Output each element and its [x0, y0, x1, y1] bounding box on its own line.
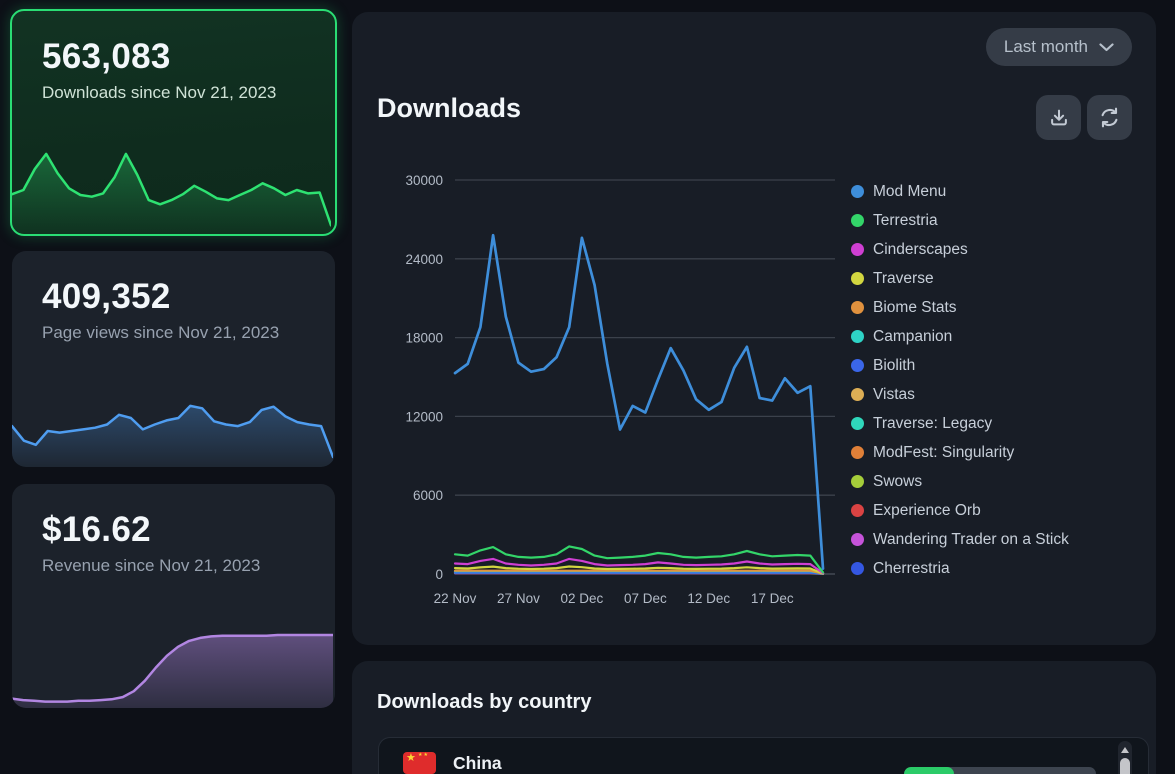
- legend-dot-icon: [851, 533, 864, 546]
- refresh-icon: [1098, 106, 1121, 129]
- stat-card-revenue[interactable]: $16.62 Revenue since Nov 21, 2023: [12, 484, 335, 708]
- legend-label: Traverse: Legacy: [873, 415, 992, 433]
- country-progress-fill: [904, 767, 954, 774]
- y-tick-label: 12000: [405, 409, 443, 424]
- legend-dot-icon: [851, 214, 864, 227]
- legend-item[interactable]: Mod Menu: [851, 177, 1069, 206]
- country-list-scrollbar[interactable]: [1118, 741, 1132, 774]
- revenue-total-label: Revenue since Nov 21, 2023: [12, 550, 322, 577]
- legend-item[interactable]: Traverse: [851, 264, 1069, 293]
- x-tick-label: 02 Dec: [561, 591, 604, 606]
- legend-dot-icon: [851, 243, 864, 256]
- legend-item[interactable]: Campanion: [851, 322, 1069, 351]
- legend-dot-icon: [851, 301, 864, 314]
- legend-label: Mod Menu: [873, 183, 946, 201]
- legend-item[interactable]: Traverse: Legacy: [851, 409, 1069, 438]
- legend-label: Campanion: [873, 328, 952, 346]
- downloads-sparkline: [12, 146, 331, 234]
- y-tick-label: 18000: [405, 331, 443, 346]
- stat-card-downloads[interactable]: 563,083 Downloads since Nov 21, 2023: [10, 9, 337, 236]
- revenue-sparkline: [12, 630, 333, 708]
- date-range-selector[interactable]: Last month: [986, 28, 1132, 66]
- legend-item[interactable]: ModFest: Singularity: [851, 438, 1069, 467]
- legend-label: Biolith: [873, 357, 915, 375]
- legend-item[interactable]: Wandering Trader on a Stick: [851, 525, 1069, 554]
- revenue-total: $16.62: [12, 484, 335, 550]
- page-title: Downloads: [377, 93, 521, 124]
- legend-label: Traverse: [873, 270, 934, 288]
- country-row-china: ★ ★★ China: [379, 738, 1148, 774]
- series-line: [455, 573, 823, 574]
- legend-item[interactable]: Swows: [851, 467, 1069, 496]
- refresh-button[interactable]: [1087, 95, 1132, 140]
- country-name: China: [453, 753, 502, 774]
- legend-label: Swows: [873, 473, 922, 491]
- downloads-total: 563,083: [12, 11, 335, 77]
- scrollbar-thumb[interactable]: [1120, 758, 1130, 774]
- legend-dot-icon: [851, 562, 864, 575]
- country-panel: Downloads by country ★ ★★ China: [352, 661, 1156, 774]
- legend-item[interactable]: Cinderscapes: [851, 235, 1069, 264]
- y-tick-label: 24000: [405, 252, 443, 267]
- downloads-line-chart[interactable]: 0 6000 12000 18000 24000 30000 22 Nov 27 Nov 02 …: [360, 165, 845, 620]
- chevron-down-icon: [1099, 43, 1114, 52]
- legend-dot-icon: [851, 272, 864, 285]
- y-tick-label: 0: [435, 567, 443, 582]
- y-tick-label: 30000: [405, 173, 443, 188]
- country-list: ★ ★★ China: [378, 737, 1149, 774]
- stat-card-pageviews[interactable]: 409,352 Page views since Nov 21, 2023: [12, 251, 335, 467]
- legend-label: ModFest: Singularity: [873, 444, 1014, 462]
- scrollbar-up-icon[interactable]: [1121, 747, 1129, 753]
- legend-dot-icon: [851, 359, 864, 372]
- legend-label: Cinderscapes: [873, 241, 968, 259]
- x-tick-label: 17 Dec: [751, 591, 794, 606]
- legend-label: Experience Orb: [873, 502, 981, 520]
- legend-label: Wandering Trader on a Stick: [873, 531, 1069, 549]
- legend-dot-icon: [851, 185, 864, 198]
- legend-item[interactable]: Terrestria: [851, 206, 1069, 235]
- legend-item[interactable]: Biome Stats: [851, 293, 1069, 322]
- pageviews-sparkline: [12, 382, 333, 467]
- legend-dot-icon: [851, 446, 864, 459]
- download-icon: [1048, 107, 1070, 129]
- x-tick-label: 12 Dec: [687, 591, 730, 606]
- chart-legend: Mod Menu Terrestria Cinderscapes Traverse Bi…: [851, 177, 1069, 583]
- legend-label: Vistas: [873, 386, 915, 404]
- export-download-button[interactable]: [1036, 95, 1081, 140]
- y-tick-label: 6000: [413, 488, 443, 503]
- legend-label: Cherrestria: [873, 560, 950, 578]
- downloads-total-label: Downloads since Nov 21, 2023: [12, 77, 322, 104]
- chart-actions: [1036, 95, 1132, 140]
- legend-label: Terrestria: [873, 212, 938, 230]
- legend-dot-icon: [851, 475, 864, 488]
- series-line: [455, 235, 823, 569]
- x-tick-label: 22 Nov: [434, 591, 477, 606]
- legend-dot-icon: [851, 330, 864, 343]
- legend-item[interactable]: Experience Orb: [851, 496, 1069, 525]
- downloads-panel: Last month: [352, 12, 1156, 645]
- legend-item[interactable]: Cherrestria: [851, 554, 1069, 583]
- pageviews-total-label: Page views since Nov 21, 2023: [12, 317, 322, 344]
- legend-item[interactable]: Biolith: [851, 351, 1069, 380]
- legend-dot-icon: [851, 504, 864, 517]
- pageviews-total: 409,352: [12, 251, 335, 317]
- x-tick-label: 07 Dec: [624, 591, 667, 606]
- date-range-label: Last month: [1004, 37, 1088, 57]
- country-panel-title: Downloads by country: [377, 691, 591, 714]
- analytics-page: 563,083 Downloads since Nov 21, 2023 409…: [0, 0, 1175, 774]
- legend-item[interactable]: Vistas: [851, 380, 1069, 409]
- legend-dot-icon: [851, 417, 864, 430]
- country-progress-bar: [904, 767, 1096, 774]
- legend-label: Biome Stats: [873, 299, 957, 317]
- x-tick-label: 27 Nov: [497, 591, 540, 606]
- legend-dot-icon: [851, 388, 864, 401]
- china-flag-icon: ★ ★★: [403, 752, 436, 774]
